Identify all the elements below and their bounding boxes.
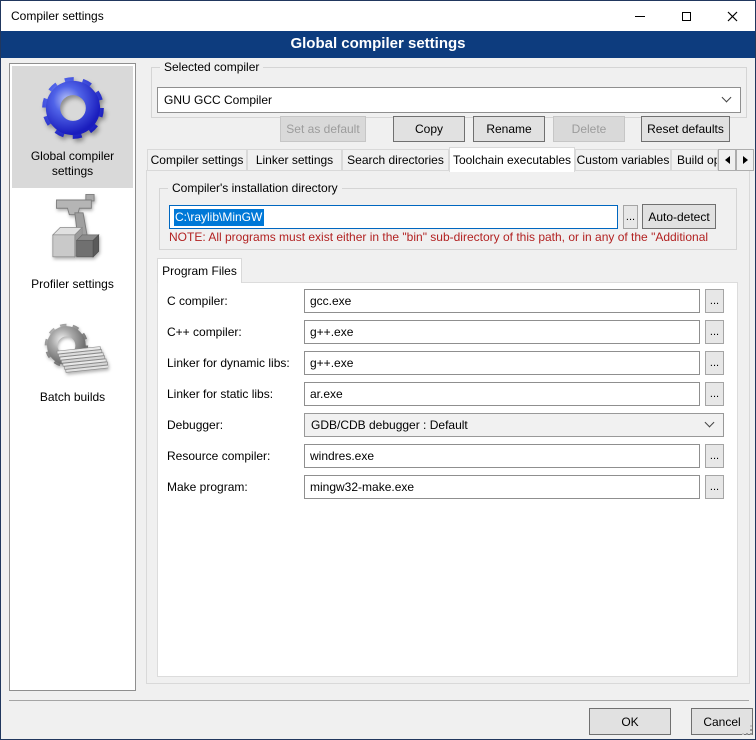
static-linker-input[interactable]: [304, 382, 700, 406]
reset-defaults-button[interactable]: Reset defaults: [641, 116, 730, 142]
compiler-dropdown-value: GNU GCC Compiler: [164, 93, 272, 107]
cpp-compiler-label: C++ compiler:: [167, 325, 242, 339]
debugger-label: Debugger:: [167, 418, 223, 432]
resize-grip[interactable]: [742, 725, 753, 736]
blue-gear-icon: [35, 70, 111, 146]
sidebar-item-label: Batch builds: [12, 390, 133, 405]
debugger-dropdown-value: GDB/CDB debugger : Default: [311, 418, 468, 432]
tab-toolchain-executables[interactable]: Toolchain executables: [449, 147, 575, 172]
browse-c-compiler-button[interactable]: ...: [705, 289, 724, 313]
dynamic-linker-label: Linker for dynamic libs:: [167, 356, 290, 370]
sidebar-item-global-compiler-settings[interactable]: Global compiler settings: [12, 66, 133, 188]
dynamic-linker-input[interactable]: [304, 351, 700, 375]
batch-builds-icon: [38, 319, 108, 387]
tab-build-options[interactable]: Build options: [671, 149, 718, 171]
compiler-settings-dialog: Compiler settings Global compiler settin…: [0, 0, 756, 740]
sidebar-item-label: Global compiler settings: [12, 149, 133, 179]
close-button[interactable]: [709, 1, 755, 31]
tab-compiler-settings[interactable]: Compiler settings: [147, 149, 247, 171]
profiler-caliper-icon: [40, 192, 106, 274]
debugger-dropdown[interactable]: GDB/CDB debugger : Default: [304, 413, 724, 437]
minimize-icon: [635, 16, 645, 17]
copy-button[interactable]: Copy: [393, 116, 465, 142]
sidebar-item-profiler-settings[interactable]: Profiler settings: [12, 192, 133, 294]
maximize-button[interactable]: [663, 1, 709, 31]
sidebar-item-batch-builds[interactable]: Batch builds: [12, 319, 133, 415]
tab-search-directories[interactable]: Search directories: [342, 149, 449, 171]
footer-divider: [9, 700, 749, 701]
settings-category-list: Global compiler settings Profiler settin…: [9, 63, 136, 691]
auto-detect-button[interactable]: Auto-detect: [642, 204, 716, 229]
compiler-dropdown[interactable]: GNU GCC Compiler: [157, 87, 741, 113]
browse-dynamic-linker-button[interactable]: ...: [705, 351, 724, 375]
close-icon: [727, 11, 738, 22]
tab-scroll-left-button[interactable]: [718, 149, 736, 171]
make-program-input[interactable]: [304, 475, 700, 499]
browse-resource-compiler-button[interactable]: ...: [705, 444, 724, 468]
title-bar: Compiler settings: [1, 1, 755, 31]
selected-compiler-group-label: Selected compiler: [160, 60, 263, 74]
set-as-default-button[interactable]: Set as default: [280, 116, 366, 142]
resource-compiler-input[interactable]: [304, 444, 700, 468]
arrow-right-icon: [743, 156, 752, 164]
make-program-label: Make program:: [167, 480, 248, 494]
subtab-program-files[interactable]: Program Files: [157, 258, 242, 283]
chevron-down-icon: [722, 93, 732, 103]
browse-static-linker-button[interactable]: ...: [705, 382, 724, 406]
sidebar-item-label: Profiler settings: [12, 277, 133, 292]
tab-linker-settings[interactable]: Linker settings: [247, 149, 342, 171]
page-title: Global compiler settings: [1, 31, 755, 58]
installation-directory-input[interactable]: C:\raylib\MinGW: [169, 205, 618, 229]
maximize-icon: [682, 12, 691, 21]
c-compiler-input[interactable]: [304, 289, 700, 313]
arrow-left-icon: [721, 156, 730, 164]
ok-button[interactable]: OK: [589, 708, 671, 735]
minimize-button[interactable]: [617, 1, 663, 31]
bin-subdirectory-note: NOTE: All programs must exist either in …: [169, 230, 715, 245]
tab-custom-variables[interactable]: Custom variables: [575, 149, 671, 171]
tab-scroll-right-button[interactable]: [736, 149, 754, 171]
c-compiler-label: C compiler:: [167, 294, 228, 308]
cpp-compiler-input[interactable]: [304, 320, 700, 344]
installation-directory-value: C:\raylib\MinGW: [174, 209, 264, 226]
installation-directory-group-label: Compiler's installation directory: [168, 181, 342, 195]
browse-cpp-compiler-button[interactable]: ...: [705, 320, 724, 344]
rename-button[interactable]: Rename: [473, 116, 545, 142]
delete-button[interactable]: Delete: [553, 116, 625, 142]
browse-directory-button[interactable]: ...: [623, 205, 638, 229]
resource-compiler-label: Resource compiler:: [167, 449, 270, 463]
static-linker-label: Linker for static libs:: [167, 387, 273, 401]
browse-make-program-button[interactable]: ...: [705, 475, 724, 499]
window-title: Compiler settings: [11, 9, 104, 23]
chevron-down-icon: [705, 418, 715, 428]
